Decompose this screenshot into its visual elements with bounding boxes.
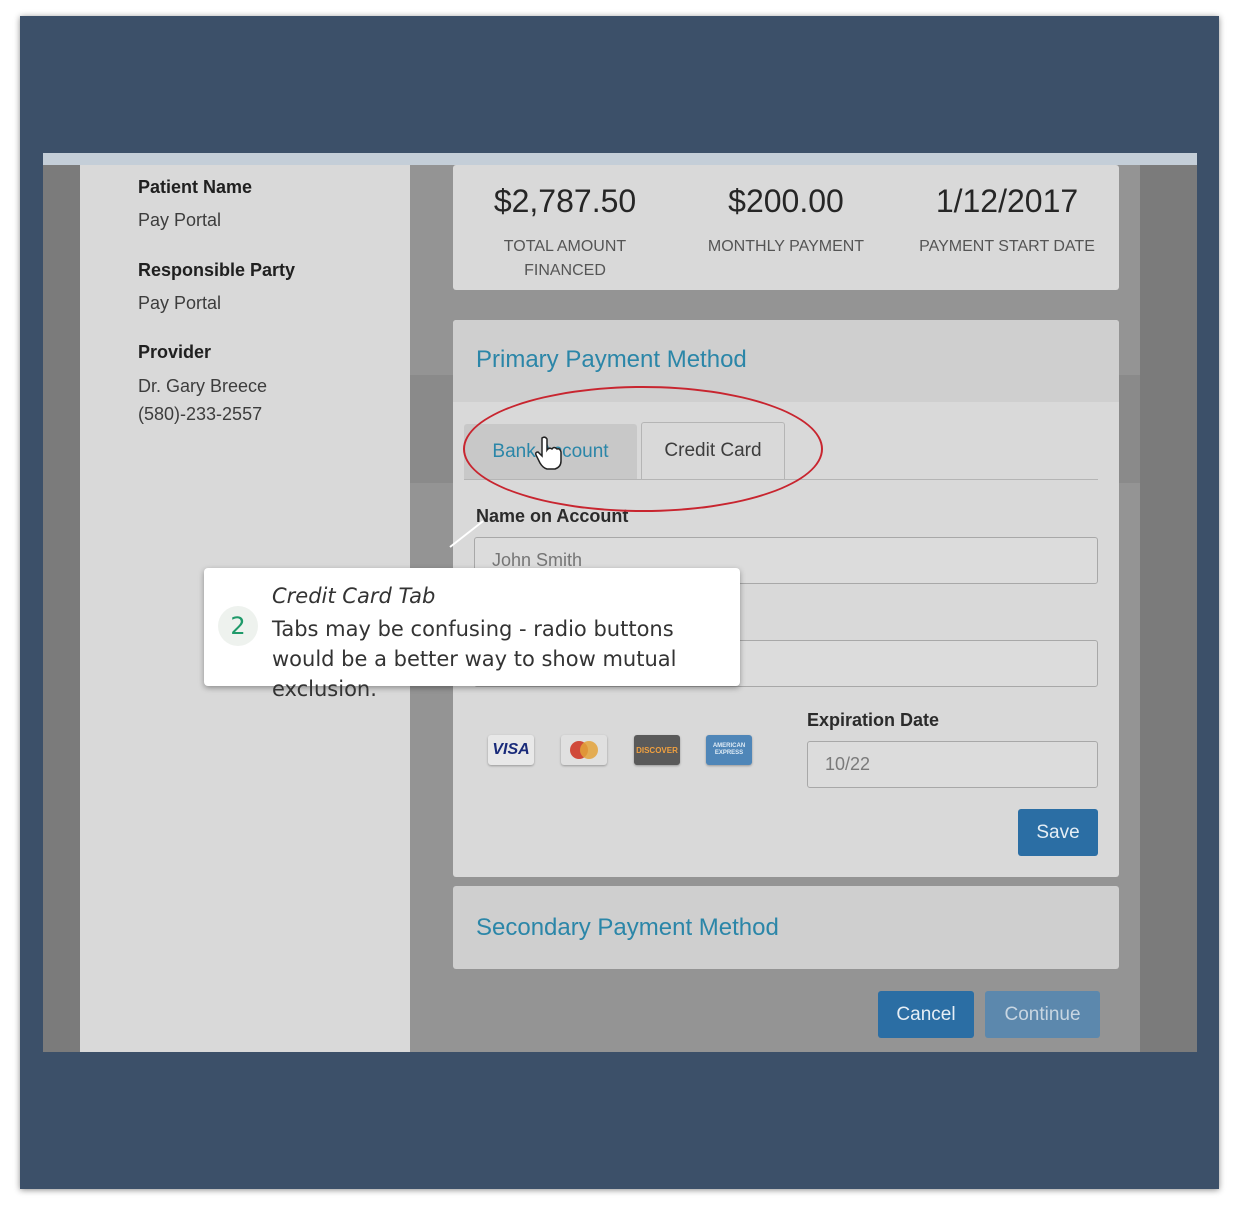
total-amount-label: TOTAL AMOUNT FINANCED xyxy=(465,235,665,283)
mastercard-circles-icon xyxy=(570,741,598,759)
discover-icon: DISCOVER xyxy=(634,735,680,765)
right-band xyxy=(1118,375,1140,483)
provider-label: Provider xyxy=(138,342,212,362)
patient-name-value: Pay Portal xyxy=(138,210,222,230)
responsible-party-value: Pay Portal xyxy=(138,293,222,313)
secondary-payment-card[interactable]: Secondary Payment Method xyxy=(453,886,1119,969)
total-amount-label-line2: FINANCED xyxy=(524,262,606,279)
start-date-value: 1/12/2017 xyxy=(935,183,1079,219)
start-date-label: PAYMENT START DATE xyxy=(919,238,1095,255)
responsible-party-label: Responsible Party xyxy=(138,260,296,280)
annotation-title: Credit Card Tab xyxy=(272,584,436,608)
annotation-text: Tabs may be confusing - radio buttons wo… xyxy=(272,617,677,701)
secondary-payment-title: Secondary Payment Method xyxy=(476,914,779,941)
right-gutter xyxy=(1140,165,1197,1052)
monthly-payment-value: $200.00 xyxy=(728,183,844,219)
top-bar xyxy=(43,153,1197,165)
highlight-ellipse xyxy=(463,386,823,512)
provider-phone: (580)-233-2557 xyxy=(138,404,263,424)
mastercard-icon xyxy=(561,735,607,765)
continue-button[interactable]: Continue xyxy=(985,991,1100,1038)
visa-icon: VISA xyxy=(488,735,534,765)
total-amount-label-line1: TOTAL AMOUNT xyxy=(503,238,627,255)
monthly-payment-label: MONTHLY PAYMENT xyxy=(707,238,865,255)
annotation-callout: 2 Credit Card Tab Tabs may be confusing … xyxy=(204,568,740,701)
provider-name: Dr. Gary Breece xyxy=(138,376,268,396)
summary-card: $2,787.50 TOTAL AMOUNT FINANCED $200.00 … xyxy=(453,165,1119,290)
cancel-button[interactable]: Cancel xyxy=(878,991,974,1038)
total-amount-value: $2,787.50 xyxy=(493,183,637,219)
annotation-number-badge: 2 xyxy=(218,606,258,646)
amex-icon: AMERICAN EXPRESS xyxy=(706,735,752,765)
save-button[interactable]: Save xyxy=(1018,809,1098,856)
expiration-date-label: Expiration Date xyxy=(807,710,940,730)
expiration-date-input[interactable]: 10/22 xyxy=(807,741,1098,788)
primary-payment-title: Primary Payment Method xyxy=(476,346,747,373)
primary-card-header: Primary Payment Method xyxy=(453,320,1119,402)
patient-name-label: Patient Name xyxy=(138,177,253,197)
